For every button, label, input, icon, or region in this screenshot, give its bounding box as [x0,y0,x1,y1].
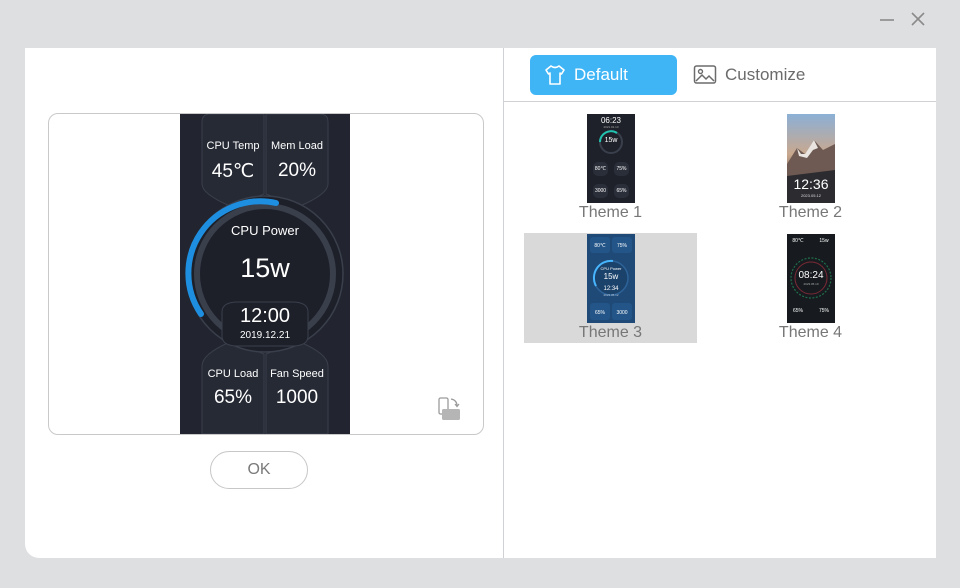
close-icon [911,12,925,26]
theme-preview: CPU Temp 45℃ Mem Load 20% CPU Power 15w … [48,113,484,435]
theme-3-date: 2023.05.12 [603,293,619,297]
theme-1-thumbnail: 06:23 2021.01.13 15w 80℃ 75% 3000 65% [587,114,635,203]
cpu-power-label: CPU Power [231,223,299,238]
theme-2-card[interactable]: 12:36 2023.05.12 Theme 2 [724,113,897,223]
theme-1-val-2: 75% [616,166,627,172]
mem-load-value: 20% [277,160,317,181]
cpu-power-value: 15w [240,253,290,283]
vertical-divider [503,48,504,558]
theme-2-date: 2023.05.12 [800,193,822,198]
theme-1-card[interactable]: 06:23 2021.01.13 15w 80℃ 75% 3000 65% Th… [524,113,697,223]
theme-3-power-label: CPU Power [600,266,622,271]
tab-divider [504,101,936,102]
theme-4-label: Theme 4 [778,324,843,341]
theme-2-label: Theme 2 [778,204,843,221]
cpu-load-value: 65% [213,387,253,408]
cpu-temp-value: 45℃ [211,161,255,182]
ok-button[interactable]: OK [210,451,308,489]
theme-1-power: 15w [604,137,618,144]
theme-3-val-1: 80℃ [594,243,606,249]
theme-4-val-4: 75% [818,308,829,314]
theme-3-thumbnail: 80℃ 75% CPU Power 15w 12:34 2023.05.12 6… [587,234,635,323]
preview-screen: CPU Temp 45℃ Mem Load 20% CPU Power 15w … [180,114,350,434]
theme-1-date: 2021.01.13 [603,125,619,129]
theme-4-val-2: 15w [819,238,829,244]
theme-3-val-3: 65% [594,310,605,316]
cpu-temp-label: CPU Temp [206,140,260,152]
theme-4-thumbnail: 80℃ 15w 08:24 2023.05.19 65% 75% [787,234,835,323]
theme-4-time: 08:24 [798,270,824,281]
theme-4-card[interactable]: 80℃ 15w 08:24 2023.05.19 65% 75% Theme 4 [724,233,897,343]
theme-3-val-2: 75% [616,243,627,249]
theme-3-label: Theme 3 [578,324,643,341]
image-icon [693,65,717,84]
theme-2-thumbnail: 12:36 2023.05.12 [787,114,835,203]
theme-3-card[interactable]: 80℃ 75% CPU Power 15w 12:34 2023.05.12 6… [524,233,697,343]
cpu-load-label: CPU Load [207,368,259,380]
tab-customize-label: Customize [725,65,806,84]
theme-3-power: 15w [603,272,619,281]
shirt-icon [545,65,565,85]
theme-1-time: 06:23 [600,116,622,125]
date-value: 2019.12.21 [239,330,291,341]
time-value: 12:00 [239,305,291,327]
theme-1-label: Theme 1 [578,204,643,221]
minimize-icon [880,19,894,21]
theme-3-val-4: 3000 [616,310,628,316]
tab-customize[interactable]: Customize [693,55,833,95]
main-panel: CPU Temp 45℃ Mem Load 20% CPU Power 15w … [25,48,936,558]
tab-default-label: Default [574,65,628,84]
theme-1-val-1: 80℃ [594,166,607,172]
tab-default[interactable]: Default [530,55,677,95]
close-button[interactable] [907,8,929,30]
theme-4-date: 2023.05.19 [803,282,819,286]
theme-1-val-3: 3000 [594,188,607,194]
theme-1-val-4: 65% [616,188,627,194]
theme-3-time: 12:34 [603,286,619,292]
mem-load-label: Mem Load [271,140,323,152]
theme-2-time: 12:36 [793,176,829,192]
rotate-screen-icon[interactable] [436,397,462,423]
theme-4-val-3: 65% [792,308,803,314]
minimize-button[interactable] [876,8,898,30]
theme-4-val-1: 80℃ [792,238,804,244]
fan-speed-value: 1000 [275,387,319,408]
fan-speed-label: Fan Speed [270,368,324,380]
